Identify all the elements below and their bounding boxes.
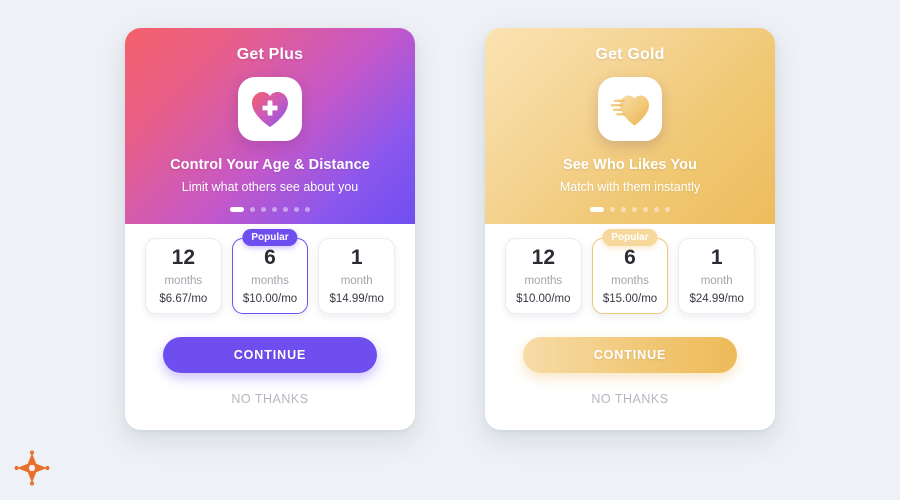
- tier-unit: month: [700, 275, 733, 287]
- tier-number: 1: [710, 246, 723, 269]
- pagination-dot-active[interactable]: [230, 207, 244, 212]
- pagination-dot[interactable]: [621, 207, 626, 212]
- pagination-dots[interactable]: [485, 207, 775, 212]
- pagination-dot[interactable]: [294, 207, 299, 212]
- tier-number: 1: [350, 246, 363, 269]
- popular-badge: Popular: [242, 229, 298, 246]
- pagination-dot[interactable]: [283, 207, 288, 212]
- pagination-dot[interactable]: [665, 207, 670, 212]
- pagination-dot[interactable]: [654, 207, 659, 212]
- tier-number: 12: [531, 246, 556, 269]
- plan-subtitle: Match with them instantly: [559, 180, 701, 194]
- heart-speed-icon: [598, 77, 662, 141]
- tier-unit: months: [164, 275, 203, 287]
- pagination-dot[interactable]: [632, 207, 637, 212]
- tier-unit: months: [524, 275, 563, 287]
- cta-section: CONTINUE NO THANKS: [125, 314, 415, 406]
- pagination-dot-active[interactable]: [590, 207, 604, 212]
- tier-unit: months: [251, 275, 289, 287]
- continue-button[interactable]: CONTINUE: [523, 337, 737, 373]
- no-thanks-button[interactable]: NO THANKS: [523, 392, 737, 406]
- tier-unit: months: [611, 275, 649, 287]
- plan-hero-gold: Get Gold See Who Likes You Match with th…: [485, 28, 775, 224]
- heart-plus-icon: [238, 77, 302, 141]
- plan-subtitle: Limit what others see about you: [181, 180, 359, 194]
- pricing-tiers: 12 months $6.67/mo Popular 6 months $10.…: [125, 224, 415, 314]
- tier-number: 6: [264, 246, 276, 269]
- pricing-tier-1-month[interactable]: 1 month $24.99/mo: [678, 238, 756, 314]
- plan-hero-plus: Get Plus Control Your Age & Distance Lim…: [125, 28, 415, 224]
- star-burst-logo-icon: [14, 450, 50, 486]
- plan-card-gold[interactable]: Get Gold See Who Likes You Match with th…: [485, 28, 775, 430]
- tier-price: $10.00/mo: [242, 293, 298, 305]
- plans-container: Get Plus Control Your Age & Distance Lim…: [0, 0, 900, 500]
- tier-price: $10.00/mo: [516, 293, 571, 305]
- pricing-tier-12-months[interactable]: 12 months $6.67/mo: [145, 238, 222, 314]
- tier-price: $24.99/mo: [689, 293, 744, 305]
- plan-title: Get Plus: [236, 46, 304, 63]
- pagination-dot[interactable]: [272, 207, 277, 212]
- pagination-dot[interactable]: [610, 207, 615, 212]
- tier-number: 12: [171, 246, 196, 269]
- pricing-tier-6-months[interactable]: Popular 6 months $15.00/mo: [591, 229, 669, 314]
- pagination-dot[interactable]: [250, 207, 255, 212]
- plan-headline: Control Your Age & Distance: [170, 157, 370, 173]
- pagination-dot[interactable]: [305, 207, 310, 212]
- pricing-tier-6-months[interactable]: Popular 6 months $10.00/mo: [231, 229, 309, 314]
- pagination-dot[interactable]: [261, 207, 266, 212]
- plan-card-plus[interactable]: Get Plus Control Your Age & Distance Lim…: [125, 28, 415, 430]
- pricing-tier-1-month[interactable]: 1 month $14.99/mo: [318, 238, 396, 314]
- tier-price: $15.00/mo: [602, 293, 658, 305]
- tier-number: 6: [624, 246, 636, 269]
- pagination-dots[interactable]: [125, 207, 415, 212]
- popular-badge: Popular: [602, 229, 658, 246]
- tier-price: $6.67/mo: [159, 293, 208, 305]
- pricing-tiers: 12 months $10.00/mo Popular 6 months $15…: [485, 224, 775, 314]
- continue-button[interactable]: CONTINUE: [163, 337, 377, 373]
- no-thanks-button[interactable]: NO THANKS: [163, 392, 377, 406]
- pricing-tier-12-months[interactable]: 12 months $10.00/mo: [505, 238, 582, 314]
- tier-unit: month: [340, 275, 373, 287]
- pagination-dot[interactable]: [643, 207, 648, 212]
- cta-section: CONTINUE NO THANKS: [485, 314, 775, 406]
- plan-title: Get Gold: [595, 46, 665, 63]
- plan-headline: See Who Likes You: [562, 157, 698, 173]
- tier-price: $14.99/mo: [329, 293, 384, 305]
